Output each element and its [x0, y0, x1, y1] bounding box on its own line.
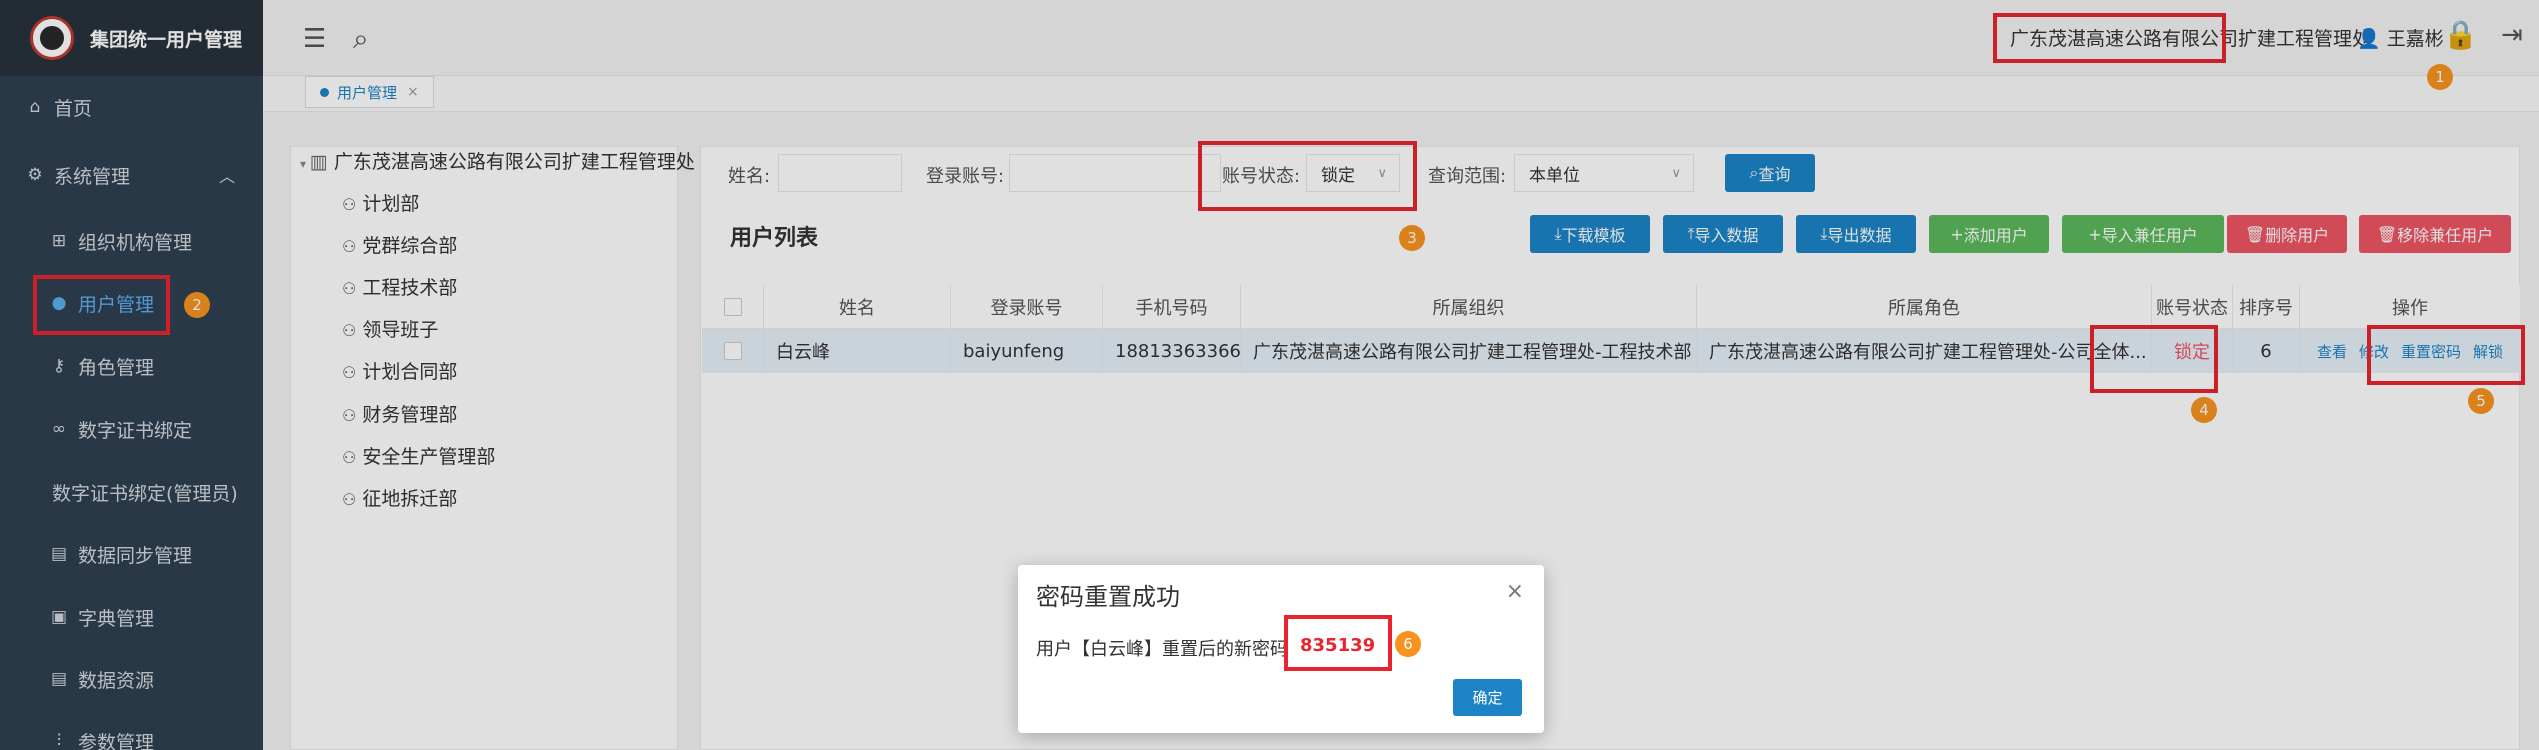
dialog-message: 用户【白云峰】重置后的新密码 [1036, 639, 1288, 660]
step-badge-6: 6 [1395, 631, 1421, 657]
ok-button[interactable]: 确定 [1453, 679, 1522, 716]
reset-success-dialog: 密码重置成功 × 用户【白云峰】重置后的新密码 835139 6 确定 [1018, 565, 1544, 733]
annotation-box-6 [1284, 615, 1392, 671]
close-icon[interactable]: × [1506, 579, 1524, 604]
dialog-title: 密码重置成功 [1036, 583, 1180, 611]
